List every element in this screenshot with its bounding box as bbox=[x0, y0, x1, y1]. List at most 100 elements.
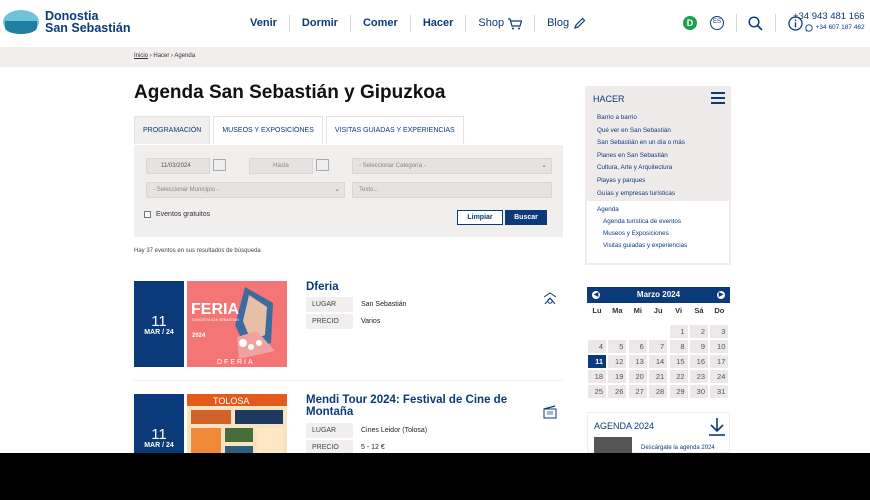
download-icon[interactable] bbox=[708, 417, 726, 437]
calendar-day[interactable]: 31 bbox=[710, 385, 729, 398]
calendar-day[interactable]: 28 bbox=[649, 385, 668, 398]
category-select[interactable]: - Seleccionar Categoría - ⌄ bbox=[352, 158, 552, 174]
event-day: 11 bbox=[151, 426, 167, 443]
whatsapp-icon bbox=[804, 24, 813, 32]
calendar-day[interactable]: 9 bbox=[690, 340, 708, 353]
sidebar-item-playas[interactable]: Playas y parques bbox=[597, 175, 685, 188]
event-title[interactable]: Dferia bbox=[306, 281, 526, 293]
calendar-day[interactable]: 6 bbox=[628, 340, 647, 353]
calendar-day[interactable]: 26 bbox=[608, 385, 627, 398]
mendi-tour-poster-image: TOLOSA bbox=[187, 394, 287, 453]
agenda-tabs: PROGRAMACIÓN MUSEOS Y EXPOSICIONES VISIT… bbox=[134, 116, 467, 144]
calendar-day[interactable]: 30 bbox=[690, 385, 708, 398]
sidebar-item-cultura[interactable]: Cultura, Arte y Arquitectura bbox=[597, 162, 685, 175]
phone-number[interactable]: +34 943 481 166 bbox=[793, 11, 865, 23]
calendar-day[interactable]: 12 bbox=[608, 355, 627, 368]
sidebar-subitem-agenda-turistica[interactable]: Agenda turística de eventos bbox=[603, 218, 681, 225]
sidebar-item-planes[interactable]: Planes en San Sebastián bbox=[597, 150, 685, 163]
calendar-day[interactable]: 24 bbox=[710, 370, 729, 383]
calendar-day[interactable]: 10 bbox=[710, 340, 729, 353]
calendar-day[interactable]: 2 bbox=[690, 325, 708, 338]
agenda-download-link[interactable]: Descárgate la agenda 2024 bbox=[641, 445, 715, 451]
tab-visitas[interactable]: VISITAS GUIADAS Y EXPERIENCIAS bbox=[325, 116, 464, 144]
nav-venir[interactable]: Venir bbox=[238, 15, 290, 32]
calendar-day[interactable]: 29 bbox=[669, 385, 688, 398]
calendar-day[interactable]: 3 bbox=[710, 325, 729, 338]
tab-programacion[interactable]: PROGRAMACIÓN bbox=[134, 116, 211, 144]
municipio-placeholder: - Seleccionar Municipio - bbox=[153, 187, 219, 193]
event-date: 11 MAR / 24 bbox=[134, 281, 184, 367]
calendar-day[interactable]: 7 bbox=[649, 340, 668, 353]
calendar-prev-icon[interactable]: ◀ bbox=[592, 291, 600, 299]
event-price-row: PRECIO Varios bbox=[306, 314, 526, 329]
site-logo[interactable]: Donostia San Sebastián bbox=[3, 8, 130, 36]
search-icon[interactable] bbox=[748, 15, 763, 31]
calendar-day[interactable]: 11 bbox=[588, 355, 606, 368]
sidebar-item-agenda[interactable]: Agenda bbox=[597, 206, 619, 213]
calendar-day[interactable]: 18 bbox=[588, 370, 606, 383]
calendar-day[interactable]: 19 bbox=[608, 370, 627, 383]
whatsapp-number[interactable]: +34 607 187 462 bbox=[816, 23, 865, 33]
text-search-input[interactable]: Texto... bbox=[352, 182, 552, 198]
breadcrumb-hacer[interactable]: Hacer bbox=[153, 53, 169, 59]
cart-icon bbox=[508, 17, 523, 29]
sidebar-item-que-ver[interactable]: Qué ver en San Sebastián bbox=[597, 125, 685, 138]
event-place-label: LUGAR bbox=[306, 423, 353, 438]
event-price-value: 5 - 12 € bbox=[361, 444, 385, 451]
tab-museos[interactable]: MUSEOS Y EXPOSICIONES bbox=[213, 116, 323, 144]
nav-shop[interactable]: Shop bbox=[466, 15, 536, 32]
calendar-icon[interactable] bbox=[316, 159, 329, 171]
sidebar-item-barrio[interactable]: Barrio a barrio bbox=[597, 112, 685, 125]
thumb-title: FERIA bbox=[191, 301, 239, 318]
calendar-icon[interactable] bbox=[213, 159, 226, 171]
calendar-next-icon[interactable]: ▶ bbox=[717, 291, 725, 299]
language-selector[interactable]: ES bbox=[710, 16, 724, 30]
calendar-day[interactable]: 25 bbox=[588, 385, 606, 398]
clear-button[interactable]: Limpiar bbox=[457, 210, 503, 225]
calendar-day[interactable]: 5 bbox=[608, 340, 627, 353]
calendar-day[interactable]: 16 bbox=[690, 355, 708, 368]
dferia-poster-image: FERIA DONOSTIA SAN SEBASTIAN 2024 DFERIA bbox=[187, 281, 287, 367]
calendar-day[interactable]: 21 bbox=[649, 370, 668, 383]
calendar-day[interactable]: 22 bbox=[669, 370, 688, 383]
agenda-download-box[interactable]: AGENDA 2024 Descárgate la agenda 2024 bbox=[587, 412, 730, 453]
event-place-row: LUGAR Cines Leidor (Tolosa) bbox=[306, 423, 526, 438]
cinema-icon bbox=[543, 405, 557, 419]
nav-hacer[interactable]: Hacer bbox=[411, 15, 467, 32]
sidebar-item-guias[interactable]: Guías y empresas turísticas bbox=[597, 188, 685, 201]
event-card[interactable]: 11 MAR / 24 FERIA DONOSTIA SAN SEBASTIAN… bbox=[134, 281, 563, 367]
date-from-input[interactable]: 11/03/2024 bbox=[146, 158, 210, 174]
calendar-day[interactable]: 23 bbox=[690, 370, 708, 383]
calendar-day[interactable]: 8 bbox=[669, 340, 688, 353]
date-to-input[interactable]: Hasta bbox=[249, 158, 313, 174]
event-place-value: Cines Leidor (Tolosa) bbox=[361, 427, 428, 434]
menu-icon[interactable] bbox=[711, 92, 725, 104]
municipio-select[interactable]: - Seleccionar Municipio - ⌄ bbox=[146, 182, 345, 198]
calendar-grid: Lu Ma Mi Ju Vi Sá Do 1 2 3 4 5 6 7 8 9 10 11 12 13 14 15 16 17 1… bbox=[587, 303, 730, 413]
calendar-day[interactable]: 4 bbox=[588, 340, 606, 353]
lang-badge[interactable]: D bbox=[683, 16, 697, 30]
sidebar-item-un-dia[interactable]: San Sebastián en un día o más bbox=[597, 137, 685, 150]
category-placeholder: - Seleccionar Categoría - bbox=[359, 163, 426, 169]
sidebar-subitem-visitas[interactable]: Visitas guiadas y experiencias bbox=[603, 242, 687, 249]
breadcrumb-home[interactable]: Inicio bbox=[134, 53, 148, 59]
calendar-day[interactable]: 13 bbox=[628, 355, 647, 368]
calendar-day[interactable]: 15 bbox=[669, 355, 688, 368]
calendar-day[interactable]: 1 bbox=[669, 325, 688, 338]
sidebar-subitem-museos[interactable]: Museos y Exposiciones bbox=[603, 230, 669, 237]
calendar-day[interactable]: 20 bbox=[628, 370, 647, 383]
nav-dormir[interactable]: Dormir bbox=[290, 15, 351, 32]
event-card[interactable]: 11 MAR / 24 TOLOSA Mendi Tour 2024: Fest… bbox=[134, 394, 563, 453]
search-button[interactable]: Buscar bbox=[505, 210, 547, 225]
event-price-row: PRECIO 5 - 12 € bbox=[306, 440, 526, 453]
nav-blog[interactable]: Blog bbox=[535, 15, 598, 32]
free-events-checkbox[interactable] bbox=[144, 211, 151, 218]
event-title[interactable]: Mendi Tour 2024: Festival de Cine de Mon… bbox=[306, 394, 526, 418]
calendar-day[interactable]: 27 bbox=[628, 385, 647, 398]
event-thumbnail[interactable]: TOLOSA bbox=[187, 394, 287, 453]
event-thumbnail[interactable]: FERIA DONOSTIA SAN SEBASTIAN 2024 DFERIA bbox=[187, 281, 287, 367]
nav-blog-label: Blog bbox=[547, 17, 570, 29]
nav-comer[interactable]: Comer bbox=[351, 15, 411, 32]
calendar-day[interactable]: 17 bbox=[710, 355, 729, 368]
calendar-day[interactable]: 14 bbox=[649, 355, 668, 368]
